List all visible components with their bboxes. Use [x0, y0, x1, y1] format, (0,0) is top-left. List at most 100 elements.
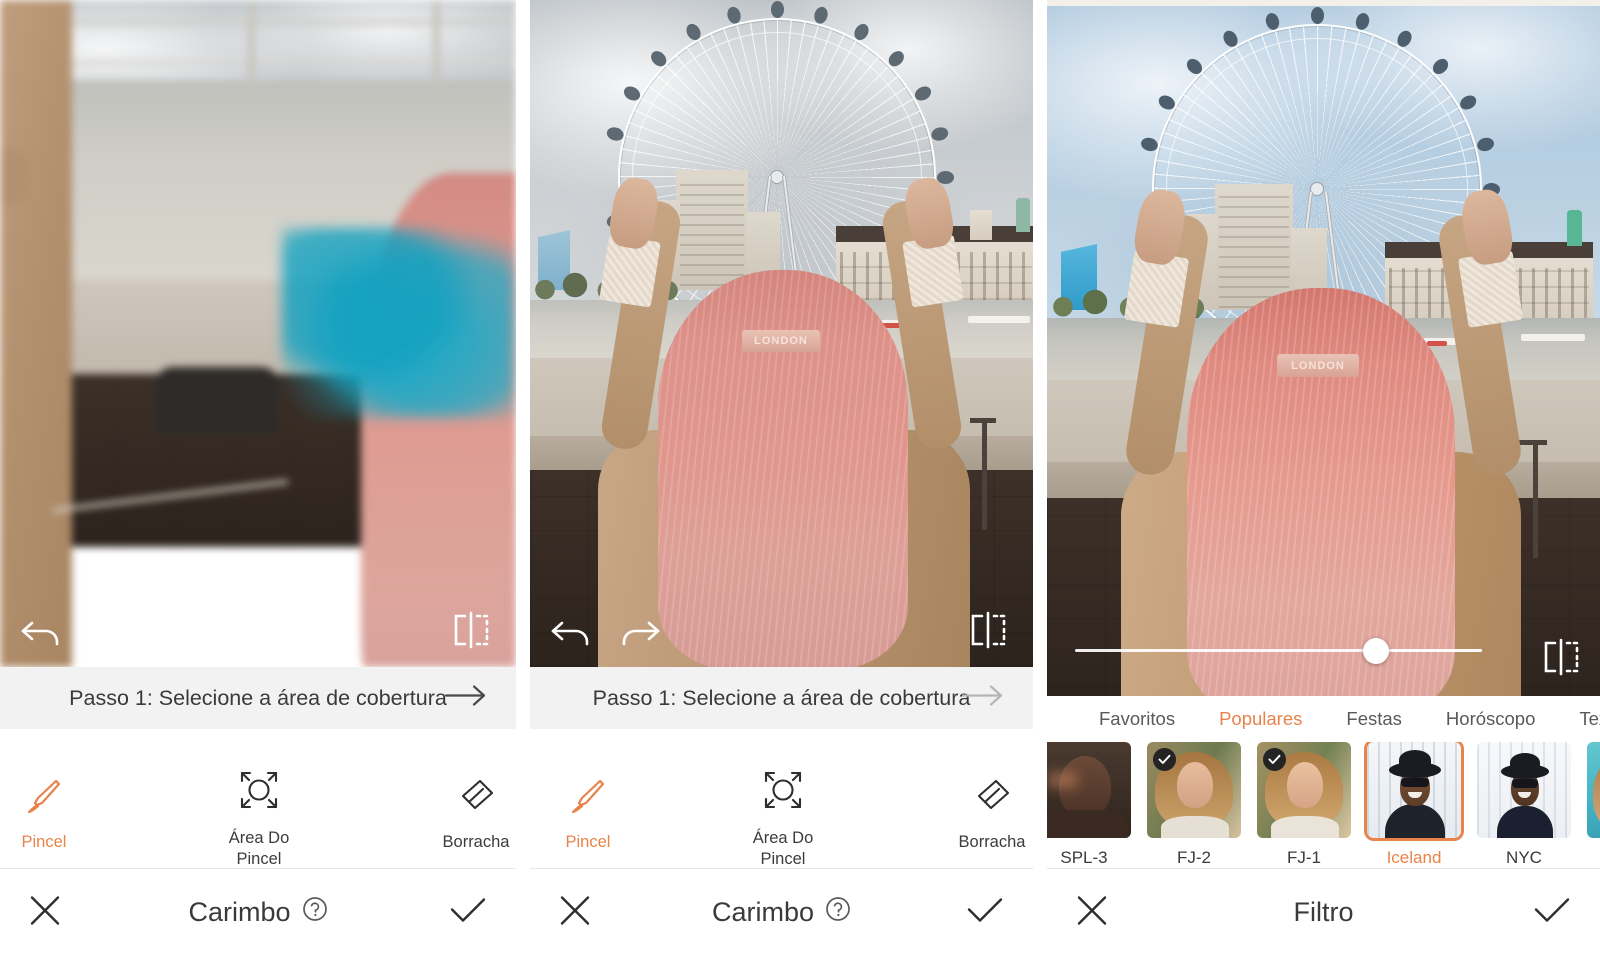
filter-item-fj-1[interactable]: FJ-1 — [1257, 742, 1351, 868]
close-x-icon[interactable] — [28, 893, 62, 932]
panel-stamp-zoomed: Passo 1: Selecione a área de cobertura P… — [0, 0, 516, 956]
tool-borracha[interactable]: Borracha — [948, 777, 1033, 853]
filter-thumbnail[interactable] — [1047, 742, 1131, 838]
undo-arrow-icon[interactable] — [18, 611, 66, 651]
bottom-bar-3: Filtro — [1047, 868, 1600, 956]
tool-label: Borracha — [958, 833, 1026, 851]
filtered-photo: LONDON — [1047, 6, 1600, 696]
question-mark-icon[interactable] — [825, 896, 851, 929]
hair-clip: LONDON — [742, 330, 820, 352]
arrow-right-icon[interactable] — [961, 683, 1005, 714]
undo-arrow-icon[interactable] — [548, 611, 596, 651]
bottom-bar-title-wrap: Carimbo — [188, 896, 327, 929]
question-mark-icon[interactable] — [302, 896, 328, 929]
before-after-compare-icon[interactable] — [450, 611, 492, 649]
close-x-icon[interactable] — [1075, 893, 1109, 932]
photo-canvas-2[interactable]: LONDON — [530, 0, 1033, 667]
slider-knob[interactable] — [1363, 638, 1390, 664]
filter-category-horoscopo[interactable]: Horóscopo — [1446, 708, 1535, 730]
paintbrush-icon — [569, 777, 607, 820]
brush-size-icon — [238, 769, 280, 816]
tool-row-2: Pincel Área Do Pincel Borracha — [530, 729, 1033, 868]
tool-pincel[interactable]: Pincel — [552, 777, 624, 853]
photo-canvas-1[interactable] — [0, 0, 516, 667]
step-text: Passo 1: Selecione a área de cobertura — [592, 685, 971, 710]
eraser-icon — [972, 777, 1012, 820]
panel-stamp-full: LONDON Passo 1: Selecione a área de cobe… — [530, 0, 1033, 956]
step-bar-2: Passo 1: Selecione a área de cobertura — [530, 667, 1033, 729]
tool-borracha[interactable]: Borracha — [432, 777, 516, 853]
filter-checked-badge — [1153, 748, 1176, 771]
before-after-compare-icon[interactable] — [967, 611, 1009, 649]
filter-category-textura[interactable]: Textura — [1579, 708, 1600, 730]
arrow-right-icon[interactable] — [444, 683, 488, 714]
bottom-bar-title: Carimbo — [188, 897, 291, 927]
tool-label-line2: Pincel — [236, 850, 282, 869]
tool-label: Pincel — [565, 833, 611, 851]
filter-label: SPL-3 — [1060, 848, 1108, 867]
redo-arrow-icon[interactable] — [615, 611, 663, 651]
bottom-bar-2: Carimbo — [530, 868, 1033, 956]
filter-thumbnail-strip[interactable]: SPL-3 FJ-2 FJ-1 Iceland NYC — [1047, 742, 1600, 868]
tool-label: Área Do Pincel — [753, 828, 814, 870]
tool-label-line1: Área Do — [752, 829, 814, 847]
filter-category-favoritos[interactable]: Favoritos — [1099, 708, 1175, 730]
before-after-compare-icon[interactable] — [1540, 638, 1582, 676]
filter-item-nyc[interactable]: NYC — [1477, 742, 1571, 868]
step-bar-1: Passo 1: Selecione a área de cobertura — [0, 667, 516, 729]
tool-label-line1: Área Do — [228, 829, 290, 847]
photo-controls-1 — [0, 591, 516, 667]
filter-thumbnail[interactable] — [1587, 742, 1600, 838]
checkmark-icon[interactable] — [965, 894, 1005, 931]
filter-thumbnail[interactable] — [1367, 742, 1461, 838]
filter-category-festas[interactable]: Festas — [1346, 708, 1402, 730]
panel-filter: LONDON Favoritos Populares Festas Horósc… — [1047, 0, 1600, 956]
filter-item-clean[interactable]: Clean — [1587, 742, 1600, 868]
filter-category-populares[interactable]: Populares — [1219, 708, 1302, 730]
checkmark-icon[interactable] — [1532, 894, 1572, 931]
tool-area-do-pincel[interactable]: Área Do Pincel — [727, 769, 839, 870]
filter-label: Iceland — [1386, 848, 1442, 867]
bottom-bar-1: Carimbo — [0, 868, 516, 956]
tool-label-line2: Pincel — [760, 850, 806, 869]
photo-controls-2 — [530, 591, 1033, 667]
tool-row-1: Pincel Área Do Pincel Borracha — [0, 729, 516, 868]
hair-clip: LONDON — [1277, 354, 1359, 377]
bottom-bar-title-wrap: Filtro — [1294, 897, 1354, 928]
filter-item-spl-3[interactable]: SPL-3 — [1047, 742, 1131, 868]
paintbrush-icon — [25, 777, 63, 820]
close-x-icon[interactable] — [558, 893, 592, 932]
bottom-bar-title: Filtro — [1293, 897, 1354, 927]
slider-track-inactive — [1376, 649, 1482, 652]
filter-item-fj-2[interactable]: FJ-2 — [1147, 742, 1241, 868]
filter-thumbnail[interactable] — [1257, 742, 1351, 838]
redo-arrow-icon[interactable] — [85, 611, 133, 651]
filter-item-iceland[interactable]: Iceland — [1367, 742, 1461, 868]
bottom-bar-title: Carimbo — [711, 897, 815, 927]
eraser-icon — [456, 777, 496, 820]
tool-label: Borracha — [442, 833, 510, 851]
three-panel-screenshot: Passo 1: Selecione a área de cobertura P… — [0, 0, 1600, 956]
tool-pincel[interactable]: Pincel — [8, 777, 80, 853]
tool-label: Pincel — [21, 833, 67, 851]
filter-category-tabs[interactable]: Favoritos Populares Festas Horóscopo Tex… — [1047, 696, 1600, 742]
tool-area-do-pincel[interactable]: Área Do Pincel — [203, 769, 315, 870]
checkmark-icon[interactable] — [448, 894, 488, 931]
filter-thumbnail[interactable] — [1147, 742, 1241, 838]
photo-canvas-3[interactable]: LONDON — [1047, 0, 1600, 696]
filter-label: NYC — [1506, 848, 1542, 867]
filter-intensity-slider[interactable] — [1075, 638, 1482, 664]
filter-label: FJ-2 — [1177, 848, 1211, 867]
filter-thumbnail[interactable] — [1477, 742, 1571, 838]
person-hair — [1187, 288, 1455, 696]
brush-selection-overlay — [282, 228, 514, 418]
panel-divider-2 — [1033, 0, 1047, 956]
brush-size-icon — [762, 769, 804, 816]
filter-panel: Favoritos Populares Festas Horóscopo Tex… — [1047, 696, 1600, 868]
edited-photo-full: LONDON — [530, 0, 1033, 667]
panel-divider-1 — [516, 0, 530, 956]
filter-checked-badge — [1263, 748, 1286, 771]
step-text: Passo 1: Selecione a área de cobertura — [69, 685, 447, 710]
bottom-bar-title-wrap: Carimbo — [712, 896, 851, 929]
filter-label: FJ-1 — [1287, 848, 1321, 867]
